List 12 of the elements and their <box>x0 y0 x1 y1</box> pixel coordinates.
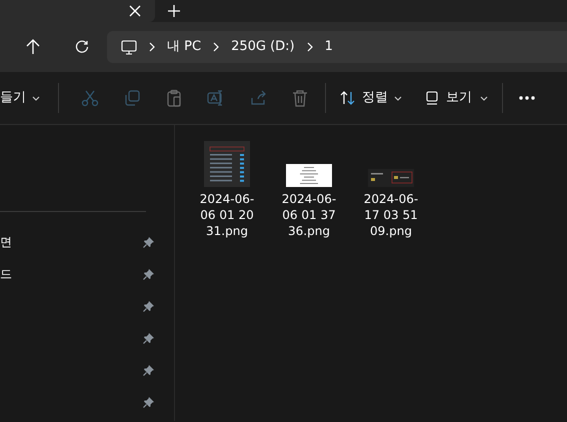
file-name[interactable]: 2024-06-17 03 51 09.png <box>358 191 424 239</box>
file-name[interactable]: 2024-06-06 01 20 31.png <box>194 191 260 239</box>
breadcrumb-item[interactable]: 1 <box>324 37 333 57</box>
sort-button[interactable]: 정렬 <box>332 84 410 112</box>
sidebar-item[interactable]: 드 <box>0 265 12 283</box>
breadcrumb-item[interactable]: 내 PC <box>167 37 202 57</box>
address-bar[interactable]: 내 PC 250G (D:) 1 <box>107 31 567 63</box>
view-button[interactable]: 보기 <box>418 84 496 112</box>
sidebar-item[interactable]: 면 <box>0 233 12 251</box>
file-name[interactable]: 2024-06-06 01 37 36.png <box>276 191 342 239</box>
breadcrumb-item[interactable]: 250G (D:) <box>231 37 295 57</box>
new-button[interactable]: 들기 <box>0 84 48 112</box>
